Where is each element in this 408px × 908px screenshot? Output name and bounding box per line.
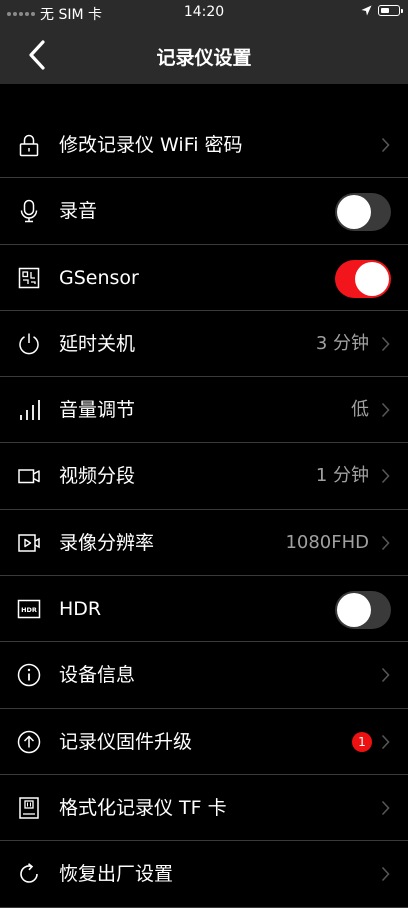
chevron-right-icon	[381, 800, 390, 816]
settings-row-gsensor: GSensor	[0, 245, 408, 311]
settings-row-firmware-upgrade[interactable]: 记录仪固件升级 1	[0, 709, 408, 775]
status-right	[361, 5, 403, 16]
upgrade-icon	[17, 730, 41, 753]
gsensor-toggle[interactable]	[335, 259, 391, 298]
settings-row-delayed-shutdown[interactable]: 延时关机 3 分钟	[0, 311, 408, 378]
audio-toggle[interactable]	[335, 193, 391, 232]
location-arrow-icon	[361, 5, 372, 16]
settings-row-value: 1 分钟	[315, 465, 369, 487]
settings-row-hdr: HDR HDR	[0, 576, 408, 643]
settings-row-label: 录音	[59, 200, 98, 223]
chevron-right-icon	[381, 734, 390, 749]
toggle-knob	[355, 261, 389, 296]
video-camera-icon	[18, 469, 40, 484]
settings-row-label: 延时关机	[59, 332, 136, 355]
battery-icon	[378, 5, 403, 16]
settings-row-value: 低	[351, 399, 369, 421]
settings-row-label: 视频分段	[59, 465, 136, 488]
volume-bars-icon	[20, 400, 40, 421]
chevron-right-icon	[381, 336, 390, 351]
settings-row-label: 修改记录仪 WiFi 密码	[59, 134, 243, 156]
page-title: 记录仪设置	[156, 47, 252, 69]
hdr-toggle[interactable]	[335, 591, 391, 630]
settings-row-value: 3 分钟	[315, 332, 369, 354]
settings-row-wifi-password[interactable]: 修改记录仪 WiFi 密码	[0, 112, 408, 179]
sd-card-icon	[19, 797, 39, 819]
settings-row-recording-audio: 录音	[0, 178, 408, 245]
settings-row-label: 格式化记录仪 TF 卡	[59, 796, 227, 819]
settings-row-format-tf-card[interactable]: 格式化记录仪 TF 卡	[0, 775, 408, 842]
settings-row-resolution[interactable]: 录像分辨率 1080FHD	[0, 510, 408, 577]
settings-row-label: 录像分辨率	[59, 531, 155, 554]
hdr-icon: HDR	[17, 599, 41, 619]
update-count-badge: 1	[352, 731, 372, 752]
chevron-right-icon	[381, 535, 390, 550]
video-play-icon	[18, 534, 40, 552]
settings-row-video-segment[interactable]: 视频分段 1 分钟	[0, 443, 408, 510]
gsensor-icon	[18, 267, 40, 288]
status-bar: 无 SIM 卡 14:20	[0, 0, 408, 26]
power-icon	[19, 333, 39, 355]
settings-row-label: GSensor	[59, 266, 139, 289]
settings-list: 修改记录仪 WiFi 密码 录音 GSensor 延时关机 3 分钟 音量调节 …	[0, 112, 408, 908]
nav-bar: 记录仪设置	[0, 26, 408, 84]
microphone-icon	[20, 200, 38, 223]
lock-icon	[19, 134, 39, 157]
chevron-right-icon	[381, 403, 390, 418]
chevron-right-icon	[381, 668, 390, 683]
toggle-knob	[337, 195, 371, 230]
settings-row-label: 设备信息	[59, 664, 136, 687]
settings-row-label: 音量调节	[59, 399, 136, 422]
svg-text:HDR: HDR	[21, 606, 37, 614]
info-icon	[17, 664, 41, 687]
chevron-right-icon	[381, 137, 390, 153]
settings-row-factory-reset[interactable]: 恢复出厂设置	[0, 841, 408, 908]
settings-row-volume[interactable]: 音量调节 低	[0, 377, 408, 444]
chevron-right-icon	[381, 469, 390, 484]
settings-row-label: 记录仪固件升级	[59, 730, 193, 753]
settings-row-value: 1080FHD	[285, 531, 369, 553]
settings-row-device-info[interactable]: 设备信息	[0, 642, 408, 709]
status-time: 14:20	[183, 4, 225, 20]
toggle-knob	[337, 593, 371, 628]
settings-row-label: HDR	[59, 598, 102, 621]
chevron-right-icon	[381, 867, 390, 882]
